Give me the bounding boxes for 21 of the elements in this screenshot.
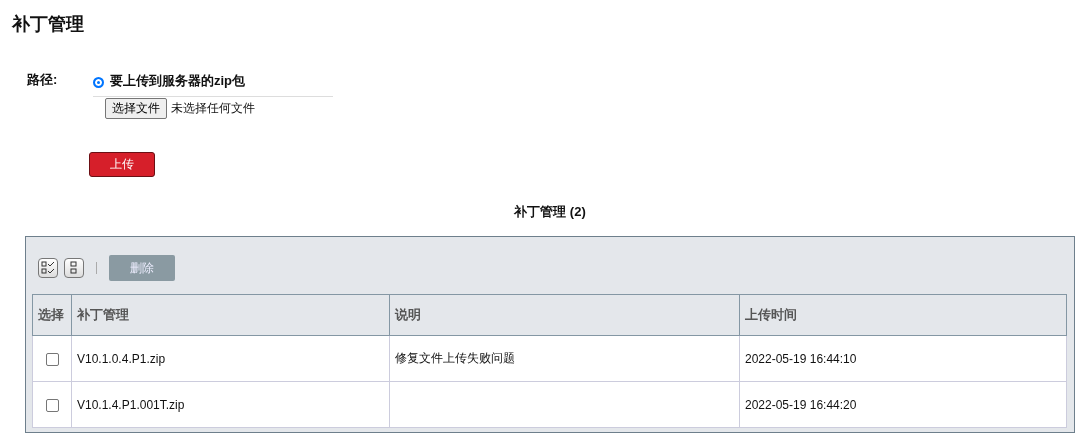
file-name: V10.1.4.P1.001T.zip	[77, 397, 185, 412]
choose-file-button[interactable]: 选择文件	[105, 98, 167, 119]
file-status: 未选择任何文件	[171, 100, 255, 117]
description: 修复文件上传失败问题	[395, 351, 515, 365]
column-header: 选择	[32, 294, 72, 336]
column-header: 补丁管理	[71, 294, 390, 336]
table-title: 补丁管理 (2)	[513, 203, 587, 221]
row-checkbox[interactable]	[45, 398, 59, 412]
row-checkbox[interactable]	[45, 352, 59, 366]
column-header: 上传时间	[739, 294, 1067, 336]
column-header: 说明	[389, 294, 740, 336]
upload-button[interactable]: 上传	[89, 152, 155, 177]
file-name: V10.1.0.4.P1.zip	[77, 351, 166, 366]
page-title: 补丁管理	[11, 13, 84, 36]
select-all-icon[interactable]	[38, 258, 58, 278]
deselect-all-icon[interactable]	[64, 258, 84, 278]
radio-button[interactable]	[93, 77, 104, 88]
upload-time: 2022-05-19 16:44:20	[745, 397, 857, 412]
option-label[interactable]: 要上传到服务器的zip包	[110, 72, 246, 90]
path-label: 路径:	[27, 72, 59, 88]
upload-time: 2022-05-19 16:44:10	[745, 351, 857, 366]
